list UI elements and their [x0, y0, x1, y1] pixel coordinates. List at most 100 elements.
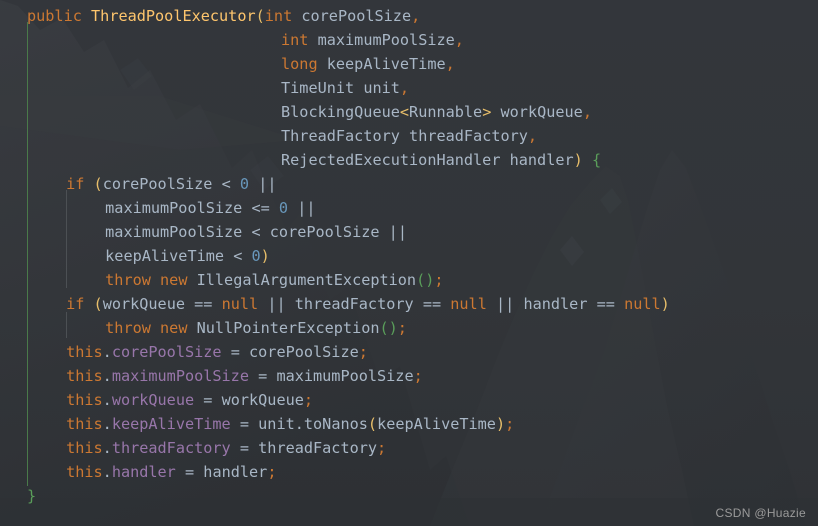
- code-token: (): [416, 271, 435, 289]
- code-line[interactable]: maximumPoolSize < corePoolSize ||: [27, 220, 407, 244]
- code-line[interactable]: maximumPoolSize <= 0 ||: [27, 196, 315, 220]
- code-token: long: [281, 55, 318, 73]
- code-token: =: [258, 367, 268, 385]
- code-line[interactable]: BlockingQueue<Runnable> workQueue,: [27, 100, 592, 124]
- code-line[interactable]: if (corePoolSize < 0 ||: [27, 172, 276, 196]
- code-token: =: [230, 343, 240, 361]
- code-token: handler: [509, 151, 574, 169]
- code-token: keepAliveTime: [377, 415, 496, 433]
- code-token: maximumPoolSize: [111, 367, 249, 385]
- code-token: this: [66, 415, 103, 433]
- code-token: int: [264, 7, 293, 25]
- code-token: RejectedExecutionHandler: [281, 151, 501, 169]
- code-token: 0: [251, 247, 261, 265]
- code-token: ,: [582, 103, 592, 121]
- code-token: maximumPoolSize: [105, 223, 243, 241]
- code-token: keepAliveTime: [111, 415, 231, 433]
- code-token: .: [102, 391, 112, 409]
- code-token: workQueue: [102, 295, 185, 313]
- code-token: ): [260, 247, 270, 265]
- code-token: corePoolSize: [301, 7, 412, 25]
- code-line[interactable]: throw new IllegalArgumentException();: [27, 268, 444, 292]
- code-token: threadFactory: [294, 295, 414, 313]
- code-line[interactable]: this.handler = handler;: [27, 460, 276, 484]
- code-line[interactable]: ThreadFactory threadFactory,: [27, 124, 537, 148]
- code-token: corePoolSize: [249, 343, 359, 361]
- code-editor-screenshot: public ThreadPoolExecutor(int corePoolSi…: [0, 0, 818, 526]
- code-token: ): [660, 295, 670, 313]
- code-token: Runnable: [409, 103, 483, 121]
- code-token: .: [102, 343, 112, 361]
- code-line[interactable]: long keepAliveTime,: [27, 52, 455, 76]
- code-token: threadFactory: [409, 127, 528, 145]
- code-token: <=: [251, 199, 270, 217]
- code-line[interactable]: public ThreadPoolExecutor(int corePoolSi…: [27, 4, 420, 28]
- code-token: ;: [434, 271, 444, 289]
- code-token: workQueue: [111, 391, 195, 409]
- code-line[interactable]: TimeUnit unit,: [27, 76, 409, 100]
- code-token: corePoolSize: [111, 343, 222, 361]
- code-token: toNanos: [303, 415, 368, 433]
- code-token: NullPointerException: [196, 319, 380, 337]
- code-token: .: [294, 415, 304, 433]
- csdn-watermark: CSDN @Huazie: [715, 506, 806, 520]
- code-token: this: [66, 343, 103, 361]
- code-token: =: [239, 439, 249, 457]
- code-line[interactable]: this.corePoolSize = corePoolSize;: [27, 340, 368, 364]
- code-token: ==: [194, 295, 213, 313]
- code-line[interactable]: this.keepAliveTime = unit.toNanos(keepAl…: [27, 412, 514, 436]
- code-token: maximumPoolSize: [317, 31, 455, 49]
- code-token: unit: [363, 79, 400, 97]
- code-token: ): [495, 415, 506, 433]
- code-token: =: [184, 463, 195, 481]
- code-token: ): [573, 151, 583, 169]
- code-token: (: [367, 415, 378, 433]
- code-line[interactable]: throw new NullPointerException();: [27, 316, 407, 340]
- code-line[interactable]: RejectedExecutionHandler handler) {: [27, 148, 601, 172]
- code-line[interactable]: this.maximumPoolSize = maximumPoolSize;: [27, 364, 423, 388]
- code-line[interactable]: if (workQueue == null || threadFactory =…: [27, 292, 670, 316]
- code-token: public: [27, 7, 82, 25]
- code-line[interactable]: this.threadFactory = threadFactory;: [27, 436, 386, 460]
- code-token: ||: [496, 295, 515, 313]
- code-token: <: [233, 247, 243, 265]
- code-token: workQueue: [221, 391, 304, 409]
- code-line[interactable]: this.workQueue = workQueue;: [27, 388, 313, 412]
- code-line[interactable]: int maximumPoolSize,: [27, 28, 464, 52]
- code-token: null: [450, 295, 487, 313]
- code-line[interactable]: }: [27, 484, 36, 508]
- code-token: this: [66, 463, 103, 481]
- code-token: null: [624, 295, 661, 313]
- code-token: ;: [358, 343, 368, 361]
- code-token: handler: [523, 295, 588, 313]
- code-token: ,: [527, 127, 538, 145]
- code-token: TimeUnit: [281, 79, 355, 97]
- code-line[interactable]: keepAliveTime < 0): [27, 244, 270, 268]
- code-token: maximumPoolSize: [105, 199, 243, 217]
- code-token: workQueue: [500, 103, 583, 121]
- code-token: new: [160, 319, 188, 337]
